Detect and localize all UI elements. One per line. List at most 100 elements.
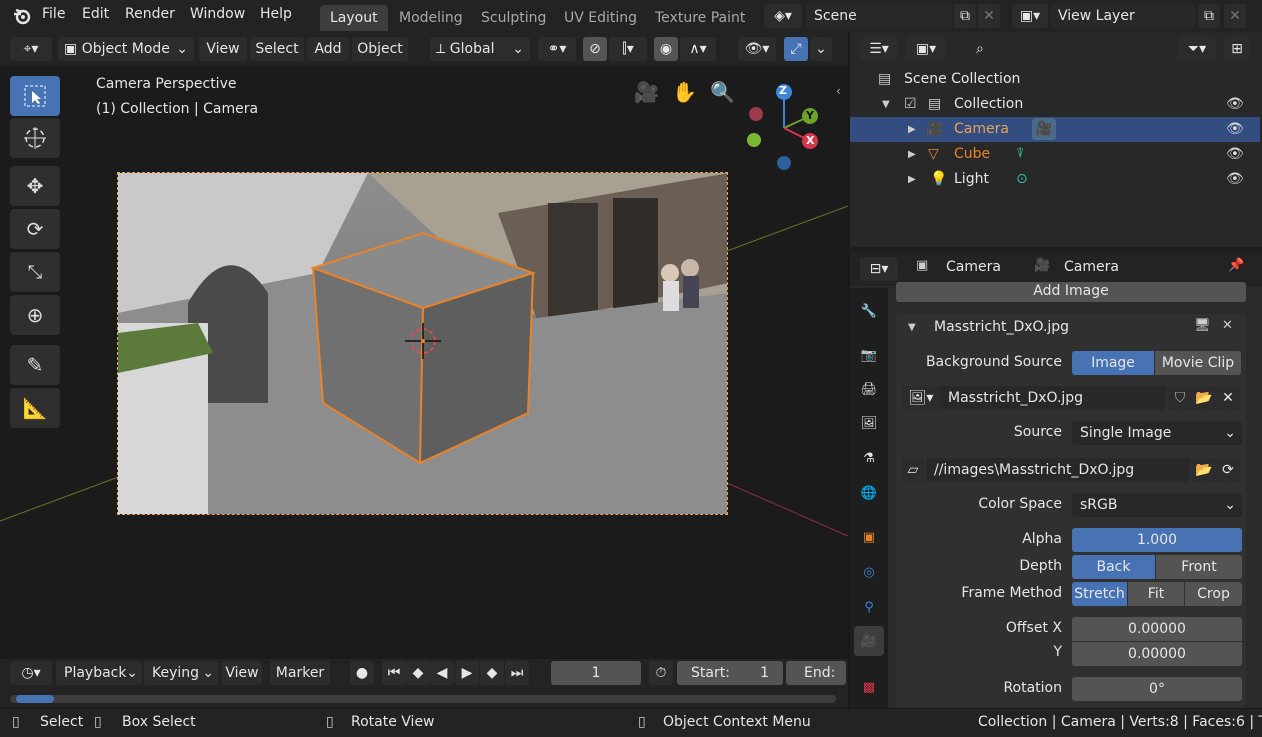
- rotate-tool[interactable]: ⟳: [10, 209, 60, 249]
- pan-hand-icon[interactable]: ✋: [672, 80, 697, 104]
- menu-edit[interactable]: Edit: [82, 6, 109, 22]
- new-collection-icon[interactable]: ⊞: [1224, 37, 1250, 61]
- play-reverse-icon[interactable]: ◀: [430, 661, 454, 685]
- filepath-field[interactable]: //images\Masstricht_DxO.jpg: [926, 458, 1190, 482]
- expand-arrow-icon[interactable]: ▶: [908, 142, 916, 167]
- start-frame-field[interactable]: Start: 1: [677, 661, 783, 685]
- view-layer-browse-button[interactable]: ▣▾: [1012, 4, 1048, 28]
- scene-name-field[interactable]: Scene: [806, 4, 952, 28]
- outliner-row-collection[interactable]: ▼ ☑ ▤ Collection 👁: [850, 92, 1260, 117]
- gizmo-options-icon[interactable]: ⌄: [810, 37, 832, 61]
- transform-tool[interactable]: ⊕: [10, 295, 60, 335]
- tab-sculpting[interactable]: Sculpting: [471, 5, 556, 31]
- play-icon[interactable]: ▶: [455, 661, 479, 685]
- pivot-point-icon[interactable]: ⚭▾: [538, 37, 576, 61]
- select-box-tool[interactable]: [10, 76, 60, 116]
- menu-help[interactable]: Help: [260, 6, 292, 22]
- move-tool[interactable]: ✥: [10, 166, 60, 206]
- outliner-search-input[interactable]: ⌕: [968, 37, 1110, 61]
- menu-keying[interactable]: Keying ⌄: [144, 661, 218, 685]
- depth-front-button[interactable]: Front: [1156, 555, 1242, 579]
- menu-marker[interactable]: Marker: [270, 661, 330, 685]
- color-space-dropdown[interactable]: sRGB ⌄: [1072, 493, 1242, 517]
- physics-tab-icon[interactable]: ◎: [854, 557, 884, 587]
- falloff-icon[interactable]: ∧▾: [680, 37, 716, 61]
- menu-playback[interactable]: Playback ⌄: [56, 661, 142, 685]
- annotate-tool[interactable]: ✎: [10, 345, 60, 385]
- expand-arrow-icon[interactable]: ▶: [908, 117, 916, 142]
- snap-target-icon[interactable]: ⫿▾: [609, 37, 647, 61]
- timeline-scrollbar[interactable]: [10, 695, 836, 703]
- outliner-editor-type-icon[interactable]: ☰▾: [860, 37, 898, 61]
- world-tab-icon[interactable]: 🌐: [854, 478, 884, 508]
- eye-icon[interactable]: 👁: [1226, 167, 1244, 192]
- frame-method-stretch-button[interactable]: Stretch: [1072, 582, 1127, 606]
- display-toggle-icon[interactable]: 🖥: [1194, 318, 1211, 333]
- timeline-editor-type-icon[interactable]: ◷▾: [10, 661, 52, 685]
- view-layer-name-field[interactable]: View Layer: [1050, 4, 1196, 28]
- add-image-button[interactable]: Add Image: [896, 282, 1246, 302]
- constraints-tab-icon[interactable]: ⚲: [854, 592, 884, 622]
- tab-uv-editing[interactable]: UV Editing: [554, 5, 647, 31]
- bg-source-image-button[interactable]: Image: [1072, 351, 1154, 375]
- snap-toggle-icon[interactable]: ⊘: [583, 37, 607, 61]
- offset-y-field[interactable]: 0.00000: [1072, 642, 1242, 666]
- mesh-data-icon[interactable]: ⍒: [1016, 142, 1024, 167]
- camera-frame[interactable]: [117, 172, 728, 515]
- panel-collapse-icon[interactable]: ▼: [908, 322, 916, 333]
- blender-logo-icon[interactable]: [12, 6, 32, 26]
- editor-type-icon[interactable]: ⌖▾: [10, 37, 52, 61]
- display-mode-icon[interactable]: ▣▾: [906, 37, 946, 61]
- eye-icon[interactable]: 👁: [1226, 117, 1244, 142]
- new-scene-icon[interactable]: ⧉: [954, 4, 976, 28]
- menu-select[interactable]: Select: [250, 37, 304, 61]
- light-data-icon[interactable]: ⊙: [1016, 167, 1028, 192]
- cursor-tool[interactable]: [10, 118, 60, 158]
- tool-tab-icon[interactable]: 🔧: [854, 296, 884, 326]
- frame-method-fit-button[interactable]: Fit: [1128, 582, 1184, 606]
- visibility-icon[interactable]: 👁▾: [738, 37, 776, 61]
- scale-tool[interactable]: ⤡: [10, 252, 60, 292]
- measure-tool[interactable]: 📐: [10, 388, 60, 428]
- view-layer-tab-icon[interactable]: 🖼: [854, 408, 884, 438]
- properties-editor-type-icon[interactable]: ⊟▾: [860, 257, 898, 281]
- scene-browse-button[interactable]: ◈▾: [764, 4, 802, 28]
- depth-back-button[interactable]: Back: [1072, 555, 1155, 579]
- delete-view-layer-icon[interactable]: ✕: [1224, 4, 1246, 28]
- proportional-edit-icon[interactable]: ◉: [654, 37, 678, 61]
- tab-texture-paint[interactable]: Texture Paint: [645, 5, 755, 31]
- scene-tab-icon[interactable]: ⚗: [854, 443, 884, 473]
- outliner-row-camera[interactable]: ▶ 🎥 Camera 🎥 👁: [850, 117, 1260, 142]
- sidebar-toggle-icon[interactable]: ‹: [836, 84, 841, 98]
- jump-end-icon[interactable]: ⏭: [505, 661, 529, 685]
- menu-render[interactable]: Render: [125, 6, 175, 22]
- timeline-playhead[interactable]: [16, 695, 54, 703]
- checkbox-icon[interactable]: ☑: [904, 92, 917, 117]
- camera-data-tab-icon[interactable]: 🎥: [854, 626, 884, 656]
- end-frame-field[interactable]: End:: [786, 661, 846, 685]
- rotation-field[interactable]: 0°: [1072, 677, 1242, 701]
- menu-add[interactable]: Add: [307, 37, 349, 61]
- tab-modeling[interactable]: Modeling: [389, 5, 473, 31]
- gizmo-toggle-icon[interactable]: ⤢: [784, 37, 808, 61]
- pin-icon[interactable]: 📌: [1228, 258, 1244, 273]
- alpha-slider[interactable]: 1.000: [1072, 528, 1242, 552]
- filter-icon[interactable]: ⏷▾: [1178, 37, 1216, 61]
- tab-layout[interactable]: Layout: [320, 5, 388, 31]
- next-keyframe-icon[interactable]: ◆: [480, 661, 504, 685]
- menu-view[interactable]: View: [199, 37, 247, 61]
- offset-x-field[interactable]: 0.00000: [1072, 617, 1242, 641]
- menu-window[interactable]: Window: [190, 6, 245, 22]
- open-image-icon[interactable]: 📂: [1192, 386, 1216, 410]
- camera-view-icon[interactable]: 🎥: [634, 80, 659, 104]
- frame-method-crop-button[interactable]: Crop: [1185, 582, 1242, 606]
- outliner-row-scene-collection[interactable]: ▤ Scene Collection: [850, 67, 1260, 92]
- object-tab-icon[interactable]: ▣: [854, 522, 884, 552]
- eye-icon[interactable]: 👁: [1226, 92, 1244, 117]
- expand-arrow-icon[interactable]: ▶: [908, 167, 916, 192]
- unlink-image-icon[interactable]: ✕: [1216, 386, 1240, 410]
- current-frame-field[interactable]: 1: [551, 661, 641, 685]
- zoom-icon[interactable]: 🔍: [710, 80, 735, 104]
- texture-tab-icon[interactable]: ▩: [854, 672, 884, 702]
- transform-orientation-dropdown[interactable]: ⟂ Global ⌄: [430, 37, 530, 61]
